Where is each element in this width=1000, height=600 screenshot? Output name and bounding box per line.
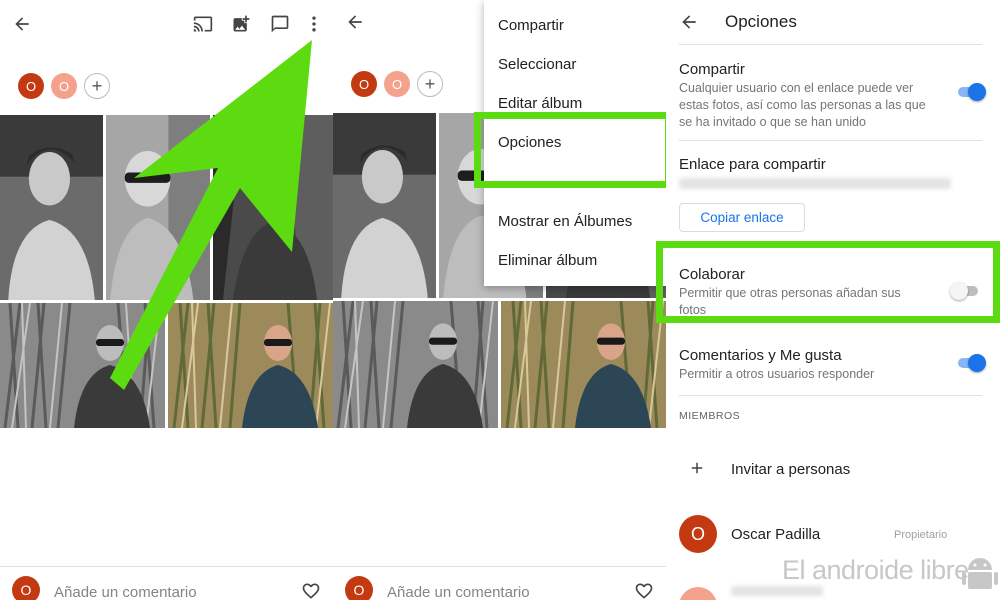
copy-link-button[interactable]: Copiar enlace [679,203,805,232]
comment-bar: O Añade un comentario [333,566,666,600]
photo-thumbnail[interactable] [333,301,498,428]
collaborate-option-desc: Permitir que otras personas añadan sus f… [679,286,901,317]
arrow-annotation [110,40,312,390]
comment-input[interactable]: Añade un comentario [387,584,530,600]
member-avatar[interactable]: O [51,73,77,99]
menu-item-delete-album[interactable]: Eliminar álbum [498,252,597,269]
divider [679,44,982,45]
comment-input[interactable]: Añade un comentario [54,584,197,600]
back-arrow-icon[interactable] [345,12,365,32]
android-logo-icon [962,558,998,589]
back-arrow-icon[interactable] [12,14,32,34]
photo-thumbnail[interactable] [0,115,103,300]
heart-icon[interactable] [634,581,654,600]
menu-item-edit-album[interactable]: Editar álbum [498,95,582,112]
comment-avatar: O [12,576,40,600]
member-avatar[interactable]: O [351,71,377,97]
comment-bar: O Añade un comentario [0,566,333,600]
menu-item-select[interactable]: Seleccionar [498,56,576,73]
menu-item-share[interactable]: Compartir [498,17,564,34]
watermark-text: El androide libre [782,555,969,585]
invite-people-button[interactable]: Invitar a personas [731,461,850,478]
add-photo-icon[interactable] [231,14,251,34]
plus-icon[interactable] [688,459,706,477]
add-member-button[interactable]: + [417,71,443,97]
collaborate-toggle[interactable] [950,281,980,301]
comment-icon[interactable] [270,14,290,34]
more-vert-icon[interactable] [304,14,324,34]
member-avatar[interactable] [679,587,717,600]
page-title: Opciones [725,12,797,31]
member-role: Propietario [894,529,948,541]
member-avatar[interactable]: O [679,515,717,553]
comment-avatar: O [345,576,373,600]
share-option-title: Compartir [679,61,745,78]
options-panel: Opciones Compartir Cualquier usuario con… [666,0,1000,600]
share-link-title: Enlace para compartir [679,156,826,173]
share-link-url [679,178,951,189]
menu-item-show-in-albums[interactable]: Mostrar en Álbumes [498,213,632,230]
member-name: Oscar Padilla [731,526,821,543]
collaborate-option-title: Colaborar [679,266,745,283]
comments-toggle[interactable] [956,353,986,373]
menu-item-options[interactable]: Opciones [498,134,561,151]
photo-thumbnail[interactable] [501,301,666,428]
share-toggle[interactable] [956,82,986,102]
divider [679,140,982,141]
member-avatar[interactable]: O [384,71,410,97]
comments-option-desc: Permitir a otros usuarios responder [679,367,875,381]
overflow-menu: Compartir Seleccionar Editar álbum Opcio… [484,0,666,286]
share-option-desc: Cualquier usuario con el enlace puede ve… [679,81,926,129]
heart-icon[interactable] [301,581,321,600]
divider [679,395,982,396]
back-arrow-icon[interactable] [679,12,699,32]
photo-thumbnail[interactable] [333,113,436,298]
album-view-panel: O O + O Añade un comentario [0,0,333,600]
comments-option-title: Comentarios y Me gusta [679,347,842,364]
cast-icon[interactable] [192,14,214,34]
member-avatar[interactable]: O [18,73,44,99]
member-name-blurred [731,586,823,596]
members-header: MIEMBROS [679,410,741,422]
